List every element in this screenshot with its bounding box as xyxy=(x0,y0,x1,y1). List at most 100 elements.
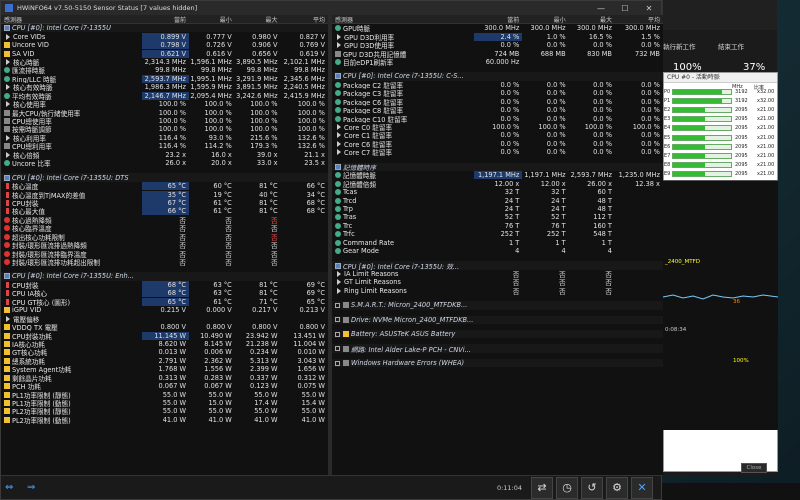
sensor-row[interactable]: 匯流排時脈 99.8 MHz 99.8 MHz 99.8 MHz 99.8 MHz xyxy=(1,66,328,75)
sensor-row[interactable]: Uncore VID 0.798 V 0.726 V 0.906 V 0.769 V xyxy=(1,41,328,50)
expand-icon[interactable] xyxy=(335,317,340,323)
sensor-row[interactable]: Command Rate 1 T 1 T 1 T xyxy=(332,239,663,247)
run-new-task-button[interactable]: 執行新工作 xyxy=(663,36,696,56)
column-header-cell[interactable]: 最小 xyxy=(522,15,568,24)
sensor-row[interactable]: 記憶體倍頻 12.00 x 12.00 x 26.00 x 12.38 x xyxy=(332,179,663,188)
sensor-row[interactable]: SA VID 0.621 V 0.616 V 0.656 V 0.619 V xyxy=(1,49,328,58)
sensor-row[interactable]: GPU時脈 300.0 MHz 300.0 MHz 300.0 MHz 300.0 MH… xyxy=(332,24,663,32)
sensor-row[interactable]: 核心有效時脈 1,986.3 MHz 1,595.9 MHz 3,891.5 MHz 2… xyxy=(1,83,328,92)
sensor-row[interactable]: 核心使用率 100.0 % 100.0 % 100.0 % 100.0 % xyxy=(1,100,328,108)
expand-icon[interactable] xyxy=(335,360,340,366)
sensor-row[interactable]: Package C8 駐留率 0.0 % 0.0 % 0.0 % 0.0 % xyxy=(332,106,663,114)
sensor-row[interactable]: 核心利用率 116.4 % 93.0 % 215.6 % 132.6 % xyxy=(1,134,328,142)
reset-icon[interactable]: ↺ xyxy=(581,476,603,499)
sensor-row[interactable]: 核心最大值 66 °C 61 °C 81 °C 68 °C xyxy=(1,207,328,216)
sensor-row[interactable]: CPU總使用率 100.0 % 100.0 % 100.0 % 100.0 % xyxy=(1,117,328,125)
sensor-row[interactable]: PCH 功耗 0.067 W 0.067 W 0.123 W 0.075 W xyxy=(1,382,328,390)
sensor-row[interactable]: 核心溫度到TjMAX的差值 35 °C 19 °C 40 °C 34 °C xyxy=(1,190,328,199)
sensor-row[interactable]: Package C3 駐留率 0.0 % 0.0 % 0.0 % 0.0 % xyxy=(332,89,663,98)
sensor-row[interactable]: Core C0 駐留率 100.0 % 100.0 % 100.0 % 100.0 % xyxy=(332,123,663,131)
sensor-row[interactable]: GPU D3D利用率 2.4 % 1.0 % 16.5 % 1.5 % xyxy=(332,32,663,41)
sensor-row[interactable]: Package C2 駐留率 0.0 % 0.0 % 0.0 % 0.0 % xyxy=(332,81,663,89)
sensor-row[interactable]: Gear Mode 4 4 4 xyxy=(332,247,663,255)
sensor-row[interactable]: CPU總利用率 116.4 % 114.2 % 179.3 % 132.6 % xyxy=(1,142,328,151)
sensor-row[interactable]: 電壓偏移 xyxy=(1,314,328,323)
sensor-row[interactable]: 封裝/環形匯流排功耗超出限制 否 否 否 xyxy=(1,258,328,266)
sensor-group[interactable]: Battery: ASUSTeK ASUS Battery xyxy=(332,330,663,339)
sensor-row[interactable]: CPU封裝 68 °C 63 °C 81 °C 69 °C xyxy=(1,280,328,289)
sensor-row[interactable]: Trp 24 T 24 T 48 T xyxy=(332,205,663,213)
sensor-row[interactable]: Uncore 比率 26.0 x 20.0 x 33.0 x 23.5 x xyxy=(1,159,328,167)
sensor-row[interactable]: GT Limit Reasons 否 否 否 xyxy=(332,278,663,287)
column-header-cell[interactable]: 當前 xyxy=(142,15,189,24)
sensor-row[interactable]: CPU封裝功耗 11.145 W 10.490 W 23.942 W 13.451 W xyxy=(1,331,328,340)
column-header-cell[interactable]: 最大 xyxy=(569,15,615,24)
expand-icon[interactable] xyxy=(335,302,340,308)
sensor-row[interactable]: Tras 52 T 52 T 112 T xyxy=(332,213,663,221)
nav-left-icon[interactable]: ⇔ xyxy=(5,482,23,494)
sensor-row[interactable]: Tcas 32 T 32 T 60 T xyxy=(332,188,663,196)
expand-icon[interactable] xyxy=(335,331,340,337)
sensor-row[interactable]: CPU IA核心 68 °C 63 °C 81 °C 69 °C xyxy=(1,289,328,298)
sensor-row[interactable]: Package C10 駐留率 0.0 % 0.0 % 0.0 % 0.0 % xyxy=(332,114,663,123)
column-header-cell[interactable]: 當前 xyxy=(474,15,522,24)
nav-right-icon[interactable]: ⇒ xyxy=(27,482,45,494)
right-sensor-pane[interactable]: 感測器 當前 最小 最大 平均 GPU時脈 300.0 MHz 300.0 MHz 300.0 … xyxy=(332,15,663,475)
sensor-row[interactable]: PL2功率限制 (動態) 41.0 W 41.0 W 41.0 W 41.0 W xyxy=(1,416,328,424)
sensor-group[interactable]: Windows Hardware Errors (WHEA) xyxy=(332,358,663,368)
column-header-cell[interactable]: 最小 xyxy=(189,15,235,24)
sensor-row[interactable]: 平均有效時脈 2,146.7 MHz 2,095.4 MHz 3,242.6 MHz 2… xyxy=(1,91,328,100)
sensor-row[interactable]: 核心倍頻 23.2 x 16.0 x 39.0 x 21.1 x xyxy=(1,151,328,159)
sensor-row[interactable]: 核心臨界溫度 否 否 否 xyxy=(1,224,328,233)
sensor-row[interactable]: 核心溫度 65 °C 60 °C 81 °C 66 °C xyxy=(1,182,328,190)
column-header-cell[interactable]: 最大 xyxy=(235,15,281,24)
sensor-row[interactable]: IA Limit Reasons 否 否 否 xyxy=(332,270,663,278)
sensor-group[interactable]: CPU [#0]: Intel Core i7-1355U: Enh... xyxy=(1,272,328,281)
sensor-row[interactable]: CPU封裝 67 °C 61 °C 81 °C 68 °C xyxy=(1,198,328,207)
column-header-cell[interactable]: 平均 xyxy=(615,15,663,24)
sensor-group[interactable]: 網路: Intel Alder Lake-P PCH - CNVi... xyxy=(332,344,663,353)
close-icon[interactable]: ✕ xyxy=(637,4,661,13)
sensor-row[interactable]: 最大CPU/執行緒使用率 100.0 % 100.0 % 100.0 % 100.0 % xyxy=(1,108,328,117)
sensor-group[interactable]: CPU [#0]: Intel Core i7-1355U: DTS xyxy=(1,173,328,182)
sensor-row[interactable]: PL2功率限制 (靜態) 55.0 W 55.0 W 55.0 W 55.0 W xyxy=(1,407,328,416)
sensor-row[interactable]: Ring Limit Reasons 否 否 否 xyxy=(332,287,663,295)
sensor-group[interactable]: Drive: NVMe Micron_2400_MTFDKB... xyxy=(332,315,663,324)
minimize-icon[interactable]: — xyxy=(589,4,613,13)
sensor-row[interactable]: 超出核心功耗限制 否 否 否 xyxy=(1,233,328,241)
sensor-row[interactable]: Trfc 252 T 252 T 548 T xyxy=(332,230,663,238)
task-manager-close-button[interactable]: Close xyxy=(741,463,767,473)
settings-gear-icon[interactable]: ⚙ xyxy=(606,476,628,499)
network-icon[interactable]: ⇄ xyxy=(531,476,553,499)
sensor-group[interactable]: CPU [#0]: Intel Core i7-1355U xyxy=(1,24,328,33)
sensor-row[interactable]: 核心時脈 2,314.3 MHz 1,596.1 MHz 3,890.5 MHz 2,1… xyxy=(1,58,328,66)
sensor-row[interactable]: Package C6 駐留率 0.0 % 0.0 % 0.0 % 0.0 % xyxy=(332,98,663,106)
sensor-row[interactable]: Core C7 駐留率 0.0 % 0.0 % 0.0 % 0.0 % xyxy=(332,148,663,157)
sensor-row[interactable]: 目前eDP1刷新率 60.000 Hz xyxy=(332,58,663,66)
sensor-row[interactable]: CPU GT核心 (圖形) 65 °C 61 °C 71 °C 65 °C xyxy=(1,297,328,306)
sensor-row[interactable]: IA核心功耗 8.620 W 8.145 W 21.238 W 11.004 W xyxy=(1,340,328,348)
clock-icon[interactable]: ◷ xyxy=(556,476,578,499)
column-header[interactable]: 感測器 當前 最小 最大 平均 xyxy=(1,15,328,24)
sensor-row[interactable]: 記憶體時脈 1,197.1 MHz 1,197.1 MHz 2,593.7 MHz 1,… xyxy=(332,171,663,179)
column-header-cell[interactable]: 平均 xyxy=(281,15,328,24)
sensor-row[interactable]: 按需時脈調節 100.0 % 100.0 % 100.0 % 100.0 % xyxy=(1,125,328,134)
left-sensor-pane[interactable]: 感測器 當前 最小 最大 平均 CPU [#0]: Intel Core i7-1355U… xyxy=(1,15,328,475)
sensor-row[interactable]: Core VIDs 0.899 V 0.777 V 0.980 V 0.827 V xyxy=(1,32,328,41)
sensor-row[interactable]: 核心過熱降頻 否 否 否 xyxy=(1,216,328,224)
sensor-row[interactable]: GPU D3D共用記憶體 724 MB 688 MB 830 MB 732 MB xyxy=(332,49,663,58)
column-header-cell[interactable]: 感測器 xyxy=(1,15,142,24)
sensor-group[interactable]: S.M.A.R.T.: Micron_2400_MTFDKB... xyxy=(332,301,663,310)
sensor-row[interactable]: Trc 76 T 76 T 160 T xyxy=(332,222,663,230)
sensor-group[interactable]: CPU [#0]: Intel Core i7-1355U: C-S... xyxy=(332,72,663,81)
close-sensor-icon[interactable]: ✕ xyxy=(631,476,653,499)
sensor-row[interactable]: 總系統功耗 2.791 W 2.362 W 5.313 W 3.043 W xyxy=(1,357,328,365)
sensor-row[interactable]: PL1功率限制 (動態) 55.0 W 15.0 W 17.4 W 15.4 W xyxy=(1,399,328,407)
sensor-group[interactable]: 記憶體時序 xyxy=(332,162,663,171)
column-header-cell[interactable]: 感測器 xyxy=(332,15,474,24)
end-task-button[interactable]: 結束工作 xyxy=(718,36,744,56)
sensor-row[interactable]: Trcd 24 T 24 T 48 T xyxy=(332,196,663,205)
sensor-row[interactable]: Core C6 駐留率 0.0 % 0.0 % 0.0 % 0.0 % xyxy=(332,140,663,148)
maximize-icon[interactable]: ☐ xyxy=(613,4,637,13)
sensor-row[interactable]: VDDQ TX 電壓 0.800 V 0.800 V 0.800 V 0.800 V xyxy=(1,323,328,331)
